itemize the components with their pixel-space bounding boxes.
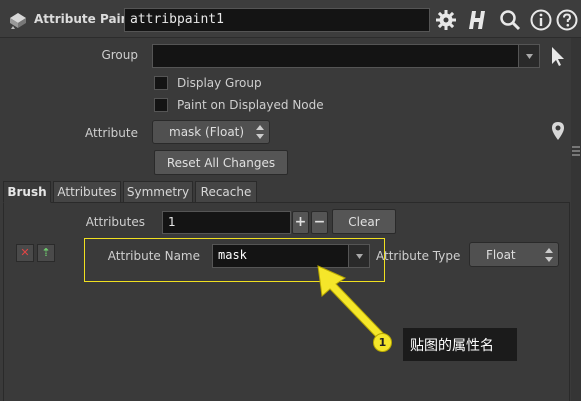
tab-symmetry[interactable]: Symmetry <box>123 181 193 203</box>
attributes-count-field[interactable]: 1 <box>162 211 291 234</box>
tab-recache[interactable]: Recache <box>195 181 257 203</box>
callout-badge: 1 <box>373 333 392 352</box>
attribute-name-field[interactable]: mask <box>212 244 370 268</box>
paint-on-displayed-label: Paint on Displayed Node <box>177 98 324 112</box>
remove-row-button[interactable]: ✕ <box>16 244 34 262</box>
chevron-down-icon <box>526 54 533 59</box>
attribute-type-label: Attribute Type <box>376 249 461 263</box>
group-field[interactable] <box>152 44 540 68</box>
node-type-label: Attribute Paint <box>34 12 135 26</box>
scrollbar-grip[interactable] <box>572 144 580 158</box>
updown-arrows-icon <box>256 125 264 139</box>
clear-button[interactable]: Clear <box>332 209 396 234</box>
tab-attributes[interactable]: Attributes <box>53 181 121 203</box>
updown-arrows-icon <box>545 248 553 262</box>
attribute-name-dropdown-button[interactable] <box>348 245 369 267</box>
attributes-count-label: Attributes <box>85 215 145 229</box>
scrollbar[interactable] <box>571 38 581 401</box>
houdini-help-icon[interactable] <box>466 8 490 32</box>
paint-on-displayed-checkbox[interactable] <box>154 98 168 112</box>
help-icon[interactable] <box>555 8 579 32</box>
info-icon[interactable] <box>529 8 553 32</box>
remove-attribute-button[interactable]: − <box>311 211 328 234</box>
display-group-checkbox[interactable] <box>154 76 168 90</box>
tab-brush[interactable]: Brush <box>3 181 51 203</box>
attribute-label: Attribute <box>85 126 138 140</box>
reset-all-changes-button[interactable]: Reset All Changes <box>154 150 288 175</box>
attribute-name-label: Attribute Name <box>107 249 200 263</box>
search-icon[interactable] <box>498 8 522 32</box>
pin-icon[interactable] <box>549 120 567 142</box>
chevron-down-icon <box>356 254 363 259</box>
attribute-menu[interactable]: mask (Float) <box>152 120 270 144</box>
attribute-paint-node-icon[interactable] <box>7 9 29 31</box>
gear-icon[interactable] <box>434 8 458 32</box>
select-arrow-icon[interactable] <box>548 45 568 67</box>
node-name-field[interactable]: attribpaint1 <box>124 8 430 32</box>
insert-row-button[interactable]: ⇡ <box>37 244 55 262</box>
callout-text: 贴图的属性名 <box>403 328 517 361</box>
group-label: Group <box>101 48 138 62</box>
display-group-label: Display Group <box>177 76 262 90</box>
add-attribute-button[interactable]: + <box>292 211 309 234</box>
group-dropdown-button[interactable] <box>518 45 539 67</box>
